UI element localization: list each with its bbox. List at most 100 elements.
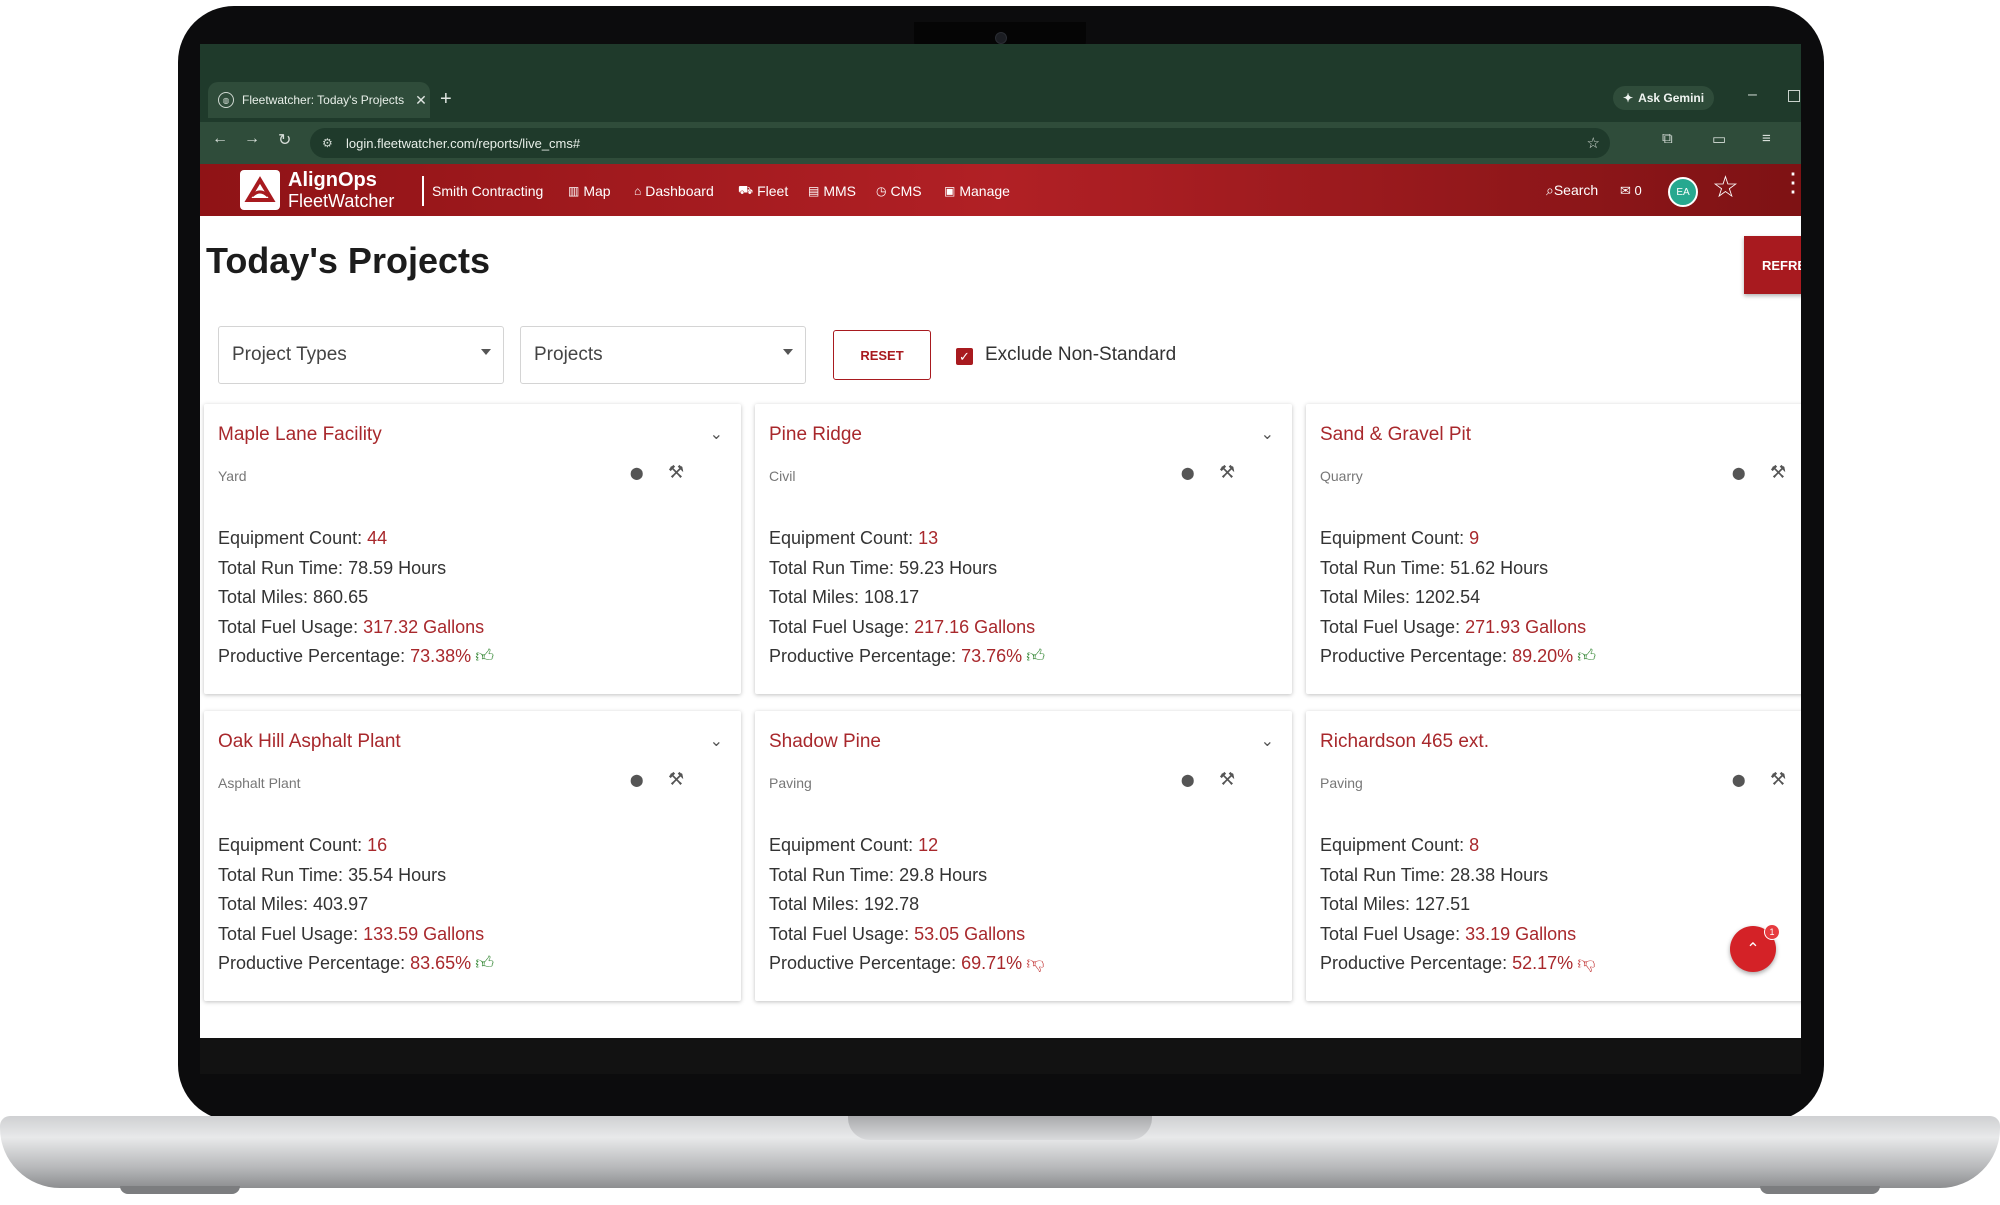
miles-value: 108.17	[864, 587, 920, 607]
project-type: Yard	[218, 468, 247, 484]
minimize-icon[interactable]: –	[1748, 86, 1757, 104]
location-pin-icon[interactable]: ⬤	[1181, 773, 1194, 787]
project-card[interactable]: Pine Ridge ⌄ Civil ⬤ ⚒ Equipment Count: 13 Tot…	[755, 404, 1292, 694]
nav-dashboard[interactable]: ⌂ Dashboard	[634, 183, 714, 199]
project-name[interactable]: Shadow Pine	[769, 731, 881, 753]
productive-label: Productive Percentage:	[218, 953, 411, 973]
laptop-opening-notch	[848, 1116, 1152, 1140]
equipment-count-label: Equipment Count:	[769, 835, 919, 855]
maximize-icon[interactable]	[1788, 90, 1800, 102]
bookmark-star-icon[interactable]: ☆	[1587, 134, 1600, 152]
close-tab-icon[interactable]: ✕	[412, 92, 430, 109]
location-pin-icon[interactable]: ⬤	[1732, 773, 1745, 787]
run-time-label: Total Run Time:	[218, 557, 349, 578]
projects-value: Projects	[534, 344, 603, 365]
tools-icon[interactable]: ⚒	[1219, 462, 1235, 483]
run-time-label: Total Run Time:	[1320, 864, 1451, 885]
fuel-row: Total Fuel Usage: 271.93 Gallons	[1320, 613, 1596, 643]
productive-value: 52.17%	[1512, 953, 1574, 973]
forward-icon[interactable]: →	[244, 130, 260, 148]
company-name[interactable]: Smith Contracting	[432, 183, 543, 199]
project-name[interactable]: Pine Ridge	[769, 424, 862, 446]
miles-label: Total Miles:	[1320, 894, 1416, 914]
avatar[interactable]: EA	[1668, 177, 1698, 207]
header-messages[interactable]: ✉ 0	[1620, 183, 1642, 199]
location-pin-icon[interactable]: ⬤	[630, 773, 643, 787]
miles-label: Total Miles:	[218, 587, 314, 607]
nav-mms[interactable]: ▤ MMS	[808, 183, 856, 199]
location-pin-icon[interactable]: ⬤	[1181, 466, 1194, 480]
productive-row: Productive Percentage: 52.17% 👎︎	[1320, 949, 1595, 979]
thumbs-up-icon: 👍︎	[475, 953, 494, 973]
nav-map[interactable]: ▥ Map	[568, 183, 611, 199]
fuel-label: Total Fuel Usage:	[1320, 616, 1466, 637]
location-pin-icon[interactable]: ⬤	[1732, 466, 1745, 480]
sparkle-icon: ✦	[1623, 91, 1634, 105]
project-name[interactable]: Maple Lane Facility	[218, 424, 382, 446]
exclude-non-standard-label: Exclude Non-Standard	[985, 344, 1177, 365]
header-search[interactable]: ⌕Search	[1546, 182, 1598, 199]
laptop-foot	[120, 1186, 240, 1194]
equipment-count-row: Equipment Count: 13	[769, 524, 1045, 554]
tools-icon[interactable]: ⚒	[1770, 769, 1786, 790]
fuel-row: Total Fuel Usage: 217.16 Gallons	[769, 613, 1045, 643]
reset-button[interactable]: RESET	[833, 330, 931, 380]
browser-tab[interactable]: ◍ Fleetwatcher: Today's Projects ✕	[208, 82, 430, 118]
chevron-down-icon[interactable]: ⌄	[1261, 424, 1274, 444]
productive-label: Productive Percentage:	[1320, 646, 1513, 666]
miles-label: Total Miles:	[769, 894, 865, 914]
extensions-icon[interactable]: ⧉	[1662, 130, 1673, 147]
project-card[interactable]: Maple Lane Facility ⌄ Yard ⬤ ⚒ Equipment Coun…	[204, 404, 741, 694]
alignops-logo[interactable]	[240, 170, 280, 210]
tools-icon[interactable]: ⚒	[668, 769, 684, 790]
location-pin-icon[interactable]: ⬤	[630, 466, 643, 480]
site-info-icon[interactable]: ⚙	[322, 136, 338, 150]
camera-icon	[995, 32, 1007, 44]
chevron-down-icon[interactable]: ⌄	[710, 424, 723, 444]
run-time-value: 59.23 Hours	[899, 557, 998, 578]
tools-icon[interactable]: ⚒	[1219, 769, 1235, 790]
fuel-label: Total Fuel Usage:	[1320, 923, 1466, 944]
ask-gemini-button[interactable]: ✦ Ask Gemini	[1613, 86, 1715, 110]
mail-count: 0	[1634, 183, 1642, 198]
app-header: AlignOps FleetWatcher Smith Contracting …	[200, 164, 1801, 216]
nav-cms[interactable]: ◷ CMS	[876, 183, 922, 199]
address-bar[interactable]: ⚙ login.fleetwatcher.com/reports/live_cm…	[310, 128, 1610, 158]
project-type: Paving	[769, 775, 812, 791]
reload-icon[interactable]: ↻	[278, 130, 291, 150]
run-time-label: Total Run Time:	[769, 864, 900, 885]
cast-icon[interactable]: ▭	[1712, 130, 1726, 148]
project-card[interactable]: Shadow Pine ⌄ Paving ⬤ ⚒ Equipment Count: 12 T…	[755, 711, 1292, 1001]
project-name[interactable]: Oak Hill Asphalt Plant	[218, 731, 401, 753]
reading-list-icon[interactable]: ≡	[1762, 130, 1771, 147]
nav-manage[interactable]: ▣ Manage	[944, 183, 1010, 199]
project-name[interactable]: Richardson 465 ext.	[1320, 731, 1489, 753]
nav-manage-label: Manage	[959, 183, 1010, 199]
new-tab-button[interactable]: +	[440, 88, 452, 111]
projects-select[interactable]: Projects	[520, 326, 806, 384]
project-name[interactable]: Sand & Gravel Pit	[1320, 424, 1471, 446]
tools-icon[interactable]: ⚒	[668, 462, 684, 483]
chevron-down-icon[interactable]: ⌄	[710, 731, 723, 751]
truck-icon: ⛟	[738, 183, 754, 197]
miles-row: Total Miles: 1202.54	[1320, 583, 1596, 613]
chevron-down-icon[interactable]: ⌄	[1261, 731, 1274, 751]
project-card[interactable]: Sand & Gravel Pit Quarry ⬤ ⚒ Equipment Count…	[1306, 404, 1801, 694]
project-types-select[interactable]: Project Types	[218, 326, 504, 384]
refresh-button[interactable]: REFRE	[1744, 236, 1801, 294]
productive-label: Productive Percentage:	[769, 646, 962, 666]
back-icon[interactable]: ←	[212, 130, 228, 148]
favorites-star-icon[interactable]: ☆	[1712, 170, 1739, 205]
fuel-row: Total Fuel Usage: 133.59 Gallons	[218, 920, 494, 950]
project-card[interactable]: Richardson 465 ext. Paving ⬤ ⚒ Equipment Cou…	[1306, 711, 1801, 1001]
laptop-foot	[1760, 1186, 1880, 1194]
run-time-label: Total Run Time:	[218, 864, 349, 885]
exclude-non-standard-checkbox[interactable]: ✓	[956, 348, 973, 365]
project-card[interactable]: Oak Hill Asphalt Plant ⌄ Asphalt Plant ⬤ ⚒ Eq…	[204, 711, 741, 1001]
apps-grid-icon[interactable]: ⋮⋮	[1780, 169, 1801, 195]
miles-row: Total Miles: 403.97	[218, 890, 494, 920]
tools-icon[interactable]: ⚒	[1770, 462, 1786, 483]
equipment-count-row: Equipment Count: 9	[1320, 524, 1596, 554]
notification-badge: 1	[1764, 924, 1780, 940]
nav-fleet[interactable]: ⛟ Fleet	[738, 183, 788, 199]
